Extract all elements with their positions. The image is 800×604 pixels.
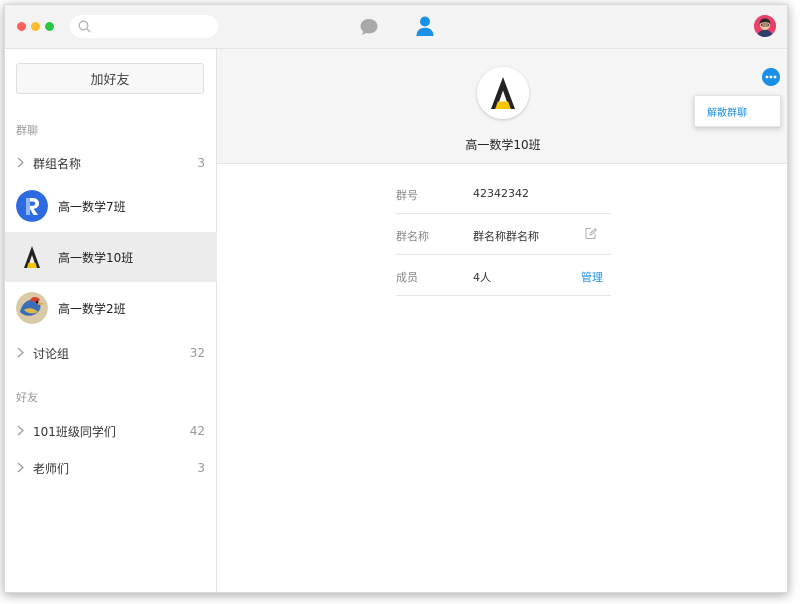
members-row: 成员 4人 管理 xyxy=(396,255,611,296)
maximize-window-button[interactable] xyxy=(45,22,54,31)
search-input[interactable] xyxy=(70,15,218,38)
chevron-right-icon xyxy=(17,425,24,436)
discussion-group-row[interactable]: 讨论组 32 xyxy=(5,335,217,371)
avatar xyxy=(16,292,48,324)
sidebar: 加好友 群聊 群组名称 3 高一数学7班 高一数学10班 高一数学2班 讨论组 … xyxy=(5,49,217,592)
friend-group-label: 老师们 xyxy=(33,461,70,476)
friend-group-count: 3 xyxy=(197,461,205,475)
ellipsis-icon xyxy=(765,75,777,79)
edit-icon[interactable] xyxy=(584,227,597,240)
group-id-label: 群号 xyxy=(396,189,418,202)
add-friend-button[interactable]: 加好友 xyxy=(16,63,204,94)
chevron-right-icon xyxy=(17,347,24,358)
group-chats-section-title: 群聊 xyxy=(16,124,38,137)
friend-group-count: 42 xyxy=(189,424,205,438)
members-label: 成员 xyxy=(396,271,418,284)
chat-item-name: 高一数学2班 xyxy=(58,302,126,316)
contacts-icon[interactable] xyxy=(415,15,435,37)
bird-photo-icon xyxy=(16,292,48,324)
more-options-button[interactable] xyxy=(762,68,780,86)
chevron-right-icon xyxy=(17,462,24,473)
friend-group-teachers[interactable]: 老师们 3 xyxy=(5,450,217,486)
user-avatar[interactable] xyxy=(754,15,776,37)
group-profile-panel: 高一数学10班 解散群聊 群号 42342342 群名称 群名称群名称 成员 4… xyxy=(217,49,787,592)
group-id-value: 42342342 xyxy=(473,187,529,200)
members-value: 4人 xyxy=(473,271,491,284)
group-name-row[interactable]: 群组名称 3 xyxy=(5,145,217,181)
chat-bubble-icon[interactable] xyxy=(359,17,379,37)
user-face-icon xyxy=(754,15,776,37)
group-name-value: 群名称群名称 xyxy=(473,230,539,243)
chevron-right-icon xyxy=(17,157,24,168)
chat-item-math-10[interactable]: 高一数学10班 xyxy=(5,232,217,282)
chat-item-math-2[interactable]: 高一数学2班 xyxy=(5,283,217,333)
search-icon xyxy=(78,20,91,33)
app-window: 加好友 群聊 群组名称 3 高一数学7班 高一数学10班 高一数学2班 讨论组 … xyxy=(4,4,788,593)
chat-item-math-7[interactable]: 高一数学7班 xyxy=(5,181,217,231)
friends-section-title: 好友 xyxy=(16,391,38,404)
r-logo-icon xyxy=(16,190,48,222)
chat-item-name: 高一数学10班 xyxy=(58,251,134,265)
dissolve-group-menu-item[interactable]: 解散群聊 xyxy=(694,95,781,127)
a-logo-icon xyxy=(16,241,48,273)
avatar xyxy=(16,190,48,222)
group-name-row: 群名称 群名称群名称 xyxy=(396,214,611,255)
group-name-row-count: 3 xyxy=(197,156,205,170)
title-bar xyxy=(5,5,787,49)
friend-group-label: 101班级同学们 xyxy=(33,424,116,439)
group-name-title: 高一数学10班 xyxy=(465,138,541,152)
group-info-table: 群号 42342342 群名称 群名称群名称 成员 4人 管理 xyxy=(396,173,611,296)
group-avatar xyxy=(477,67,529,119)
avatar xyxy=(16,241,48,273)
friend-group-classmates[interactable]: 101班级同学们 42 xyxy=(5,413,217,449)
a-logo-icon xyxy=(477,67,529,119)
manage-members-link[interactable]: 管理 xyxy=(581,269,603,285)
close-window-button[interactable] xyxy=(17,22,26,31)
group-name-label: 群名称 xyxy=(396,230,429,243)
group-name-row-label: 群组名称 xyxy=(33,156,82,171)
group-id-row: 群号 42342342 xyxy=(396,173,611,214)
profile-header: 高一数学10班 解散群聊 xyxy=(217,49,787,164)
chat-item-name: 高一数学7班 xyxy=(58,200,126,214)
discussion-group-count: 32 xyxy=(189,346,205,360)
discussion-group-label: 讨论组 xyxy=(33,346,70,361)
minimize-window-button[interactable] xyxy=(31,22,40,31)
